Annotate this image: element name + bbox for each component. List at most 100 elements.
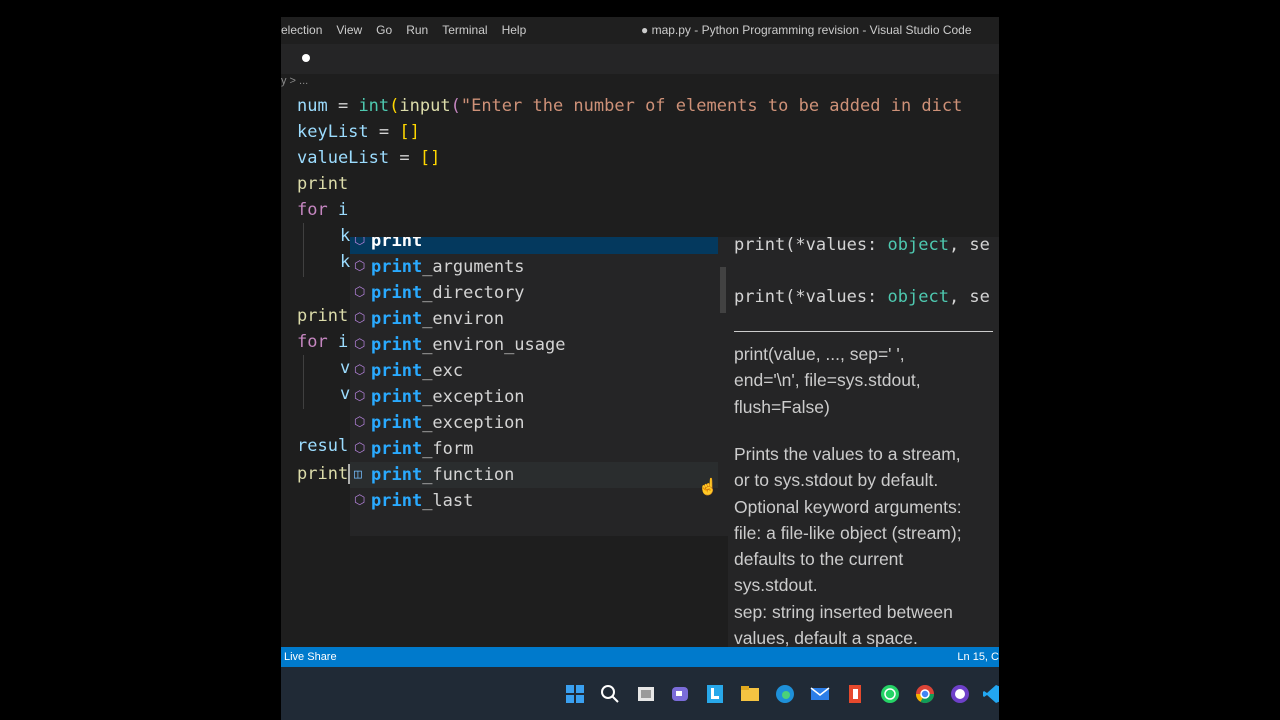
search-icon[interactable]	[600, 684, 620, 704]
menu-bar: election View Go Run Terminal Help	[281, 23, 540, 37]
cube-icon: ⬡	[354, 493, 366, 508]
live-share-button[interactable]: Live Share	[284, 651, 337, 663]
suggest-scrollbar[interactable]	[720, 267, 726, 313]
code-token: =	[327, 96, 359, 116]
menu-go[interactable]: Go	[376, 23, 392, 37]
cube-icon: ⬡	[354, 237, 366, 248]
cursor-position[interactable]: Ln 15, C	[957, 651, 999, 663]
mail-icon[interactable]	[810, 684, 830, 704]
cube-icon: ⬡	[354, 363, 366, 378]
window-title: ● map.py - Python Programming revision -…	[641, 23, 972, 37]
code-line-8: print	[297, 306, 349, 326]
code-editor[interactable]: num = int(input("Enter the number of ele…	[281, 91, 999, 720]
task-view-icon[interactable]	[636, 684, 656, 704]
suggest-label: print_environ	[371, 306, 504, 332]
code-line-2: keyList = []	[297, 119, 420, 145]
suggest-item[interactable]: ⬡ print_form	[350, 436, 718, 462]
suggest-match: print	[371, 237, 423, 251]
suggest-widget[interactable]: ⬡ print ⬡ print_arguments ⬡ print_directory…	[350, 237, 728, 536]
status-bar: Live Share Ln 15, C	[281, 647, 999, 667]
code-line-12: resul	[297, 436, 349, 456]
signature-doc: print(value, ..., sep=' ', end='\n', fil…	[734, 344, 921, 417]
cube-icon: ⬡	[354, 441, 366, 456]
code-token: []	[419, 148, 441, 168]
office-icon[interactable]	[845, 684, 865, 704]
cube-icon: ⬡	[354, 285, 366, 300]
whatsapp-icon[interactable]	[880, 684, 900, 704]
code-line-13: print	[297, 461, 351, 487]
notes-icon[interactable]	[705, 684, 725, 704]
vscode-icon[interactable]	[982, 684, 999, 704]
suggest-match: print	[371, 283, 423, 303]
suggest-item[interactable]: ⬡ print_exception	[350, 384, 718, 410]
menu-selection[interactable]: election	[281, 23, 322, 37]
cube-icon: ⬡	[354, 337, 366, 352]
suggest-match: print	[371, 413, 423, 433]
code-token: num	[297, 96, 328, 116]
code-line-4: print	[297, 174, 349, 194]
menu-view[interactable]: View	[336, 23, 362, 37]
suggest-item[interactable]: ⬡ print_environ	[350, 306, 718, 332]
suggest-rest: _form	[422, 439, 474, 459]
code-token: (	[450, 96, 461, 116]
suggest-item[interactable]: ⬡ print_exception	[350, 410, 718, 436]
suggest-rest: _directory	[422, 283, 525, 303]
breadcrumb[interactable]: y > ...	[281, 75, 308, 91]
indent-guide	[303, 355, 304, 409]
suggest-item[interactable]: ⬡ print_exc	[350, 358, 718, 384]
suggest-item[interactable]: ⬡ print	[350, 237, 718, 254]
menu-terminal[interactable]: Terminal	[442, 23, 487, 37]
suggest-rest: _exception	[422, 413, 525, 433]
suggest-item[interactable]: ⬡ print_directory	[350, 280, 718, 306]
suggest-rest: _last	[422, 491, 474, 511]
suggest-label: print_last	[371, 488, 473, 514]
chat-icon[interactable]	[670, 684, 690, 704]
code-token: keyList	[297, 122, 369, 142]
suggest-label: print_directory	[371, 280, 525, 306]
suggest-item[interactable]: ◫ print_function	[350, 462, 718, 488]
code-token: =	[389, 148, 420, 168]
code-token: input	[399, 96, 451, 116]
suggest-label: print_environ_usage	[371, 332, 565, 358]
suggest-item[interactable]: ⬡ print_last	[350, 488, 718, 514]
suggest-match: print	[371, 465, 423, 485]
signature-prefix: print(*values:	[734, 287, 888, 307]
windows-start-icon[interactable]	[565, 684, 585, 704]
suggest-label: print	[371, 237, 422, 254]
suggest-label: print_arguments	[371, 254, 525, 280]
suggest-match: print	[371, 335, 423, 355]
suggest-match: print	[371, 387, 423, 407]
suggest-match: print	[371, 361, 423, 381]
suggest-label: print_exception	[371, 410, 525, 436]
menu-help[interactable]: Help	[502, 23, 527, 37]
suggest-item[interactable]: ⬡ print_environ_usage	[350, 332, 718, 358]
cube-icon: ⬡	[354, 415, 366, 430]
code-token: "Enter the number of elements to be adde…	[460, 96, 963, 116]
code-token: (	[389, 96, 400, 116]
github-desktop-icon[interactable]	[950, 684, 970, 704]
suggest-match: print	[371, 439, 423, 459]
indent-guide	[303, 223, 304, 277]
suggest-rest: _arguments	[422, 257, 525, 277]
code-line-7: k	[340, 252, 351, 272]
suggest-rest: _exc	[422, 361, 464, 381]
signature-suffix: , se	[948, 237, 990, 255]
code-line-6: k	[340, 226, 351, 246]
suggest-match: print	[371, 257, 423, 277]
suggest-label: print_form	[371, 436, 473, 462]
signature-prefix: print(*values:	[734, 237, 888, 255]
windows-taskbar	[281, 667, 999, 720]
menu-run[interactable]: Run	[406, 23, 428, 37]
file-explorer-icon[interactable]	[740, 684, 760, 704]
unsaved-dot-icon[interactable]	[302, 54, 310, 62]
chrome-icon[interactable]	[915, 684, 935, 704]
code-token: for	[297, 200, 328, 220]
signature-suffix: , se	[948, 287, 990, 307]
suggest-match: print	[371, 309, 423, 329]
code-line-5: for i	[297, 197, 348, 223]
suggest-rest: _environ	[422, 309, 505, 329]
code-token: i	[327, 332, 349, 352]
suggest-item[interactable]: ⬡ print_arguments	[350, 254, 718, 280]
edge-icon[interactable]	[775, 684, 795, 704]
mouse-pointer-icon: ☝	[698, 479, 718, 496]
